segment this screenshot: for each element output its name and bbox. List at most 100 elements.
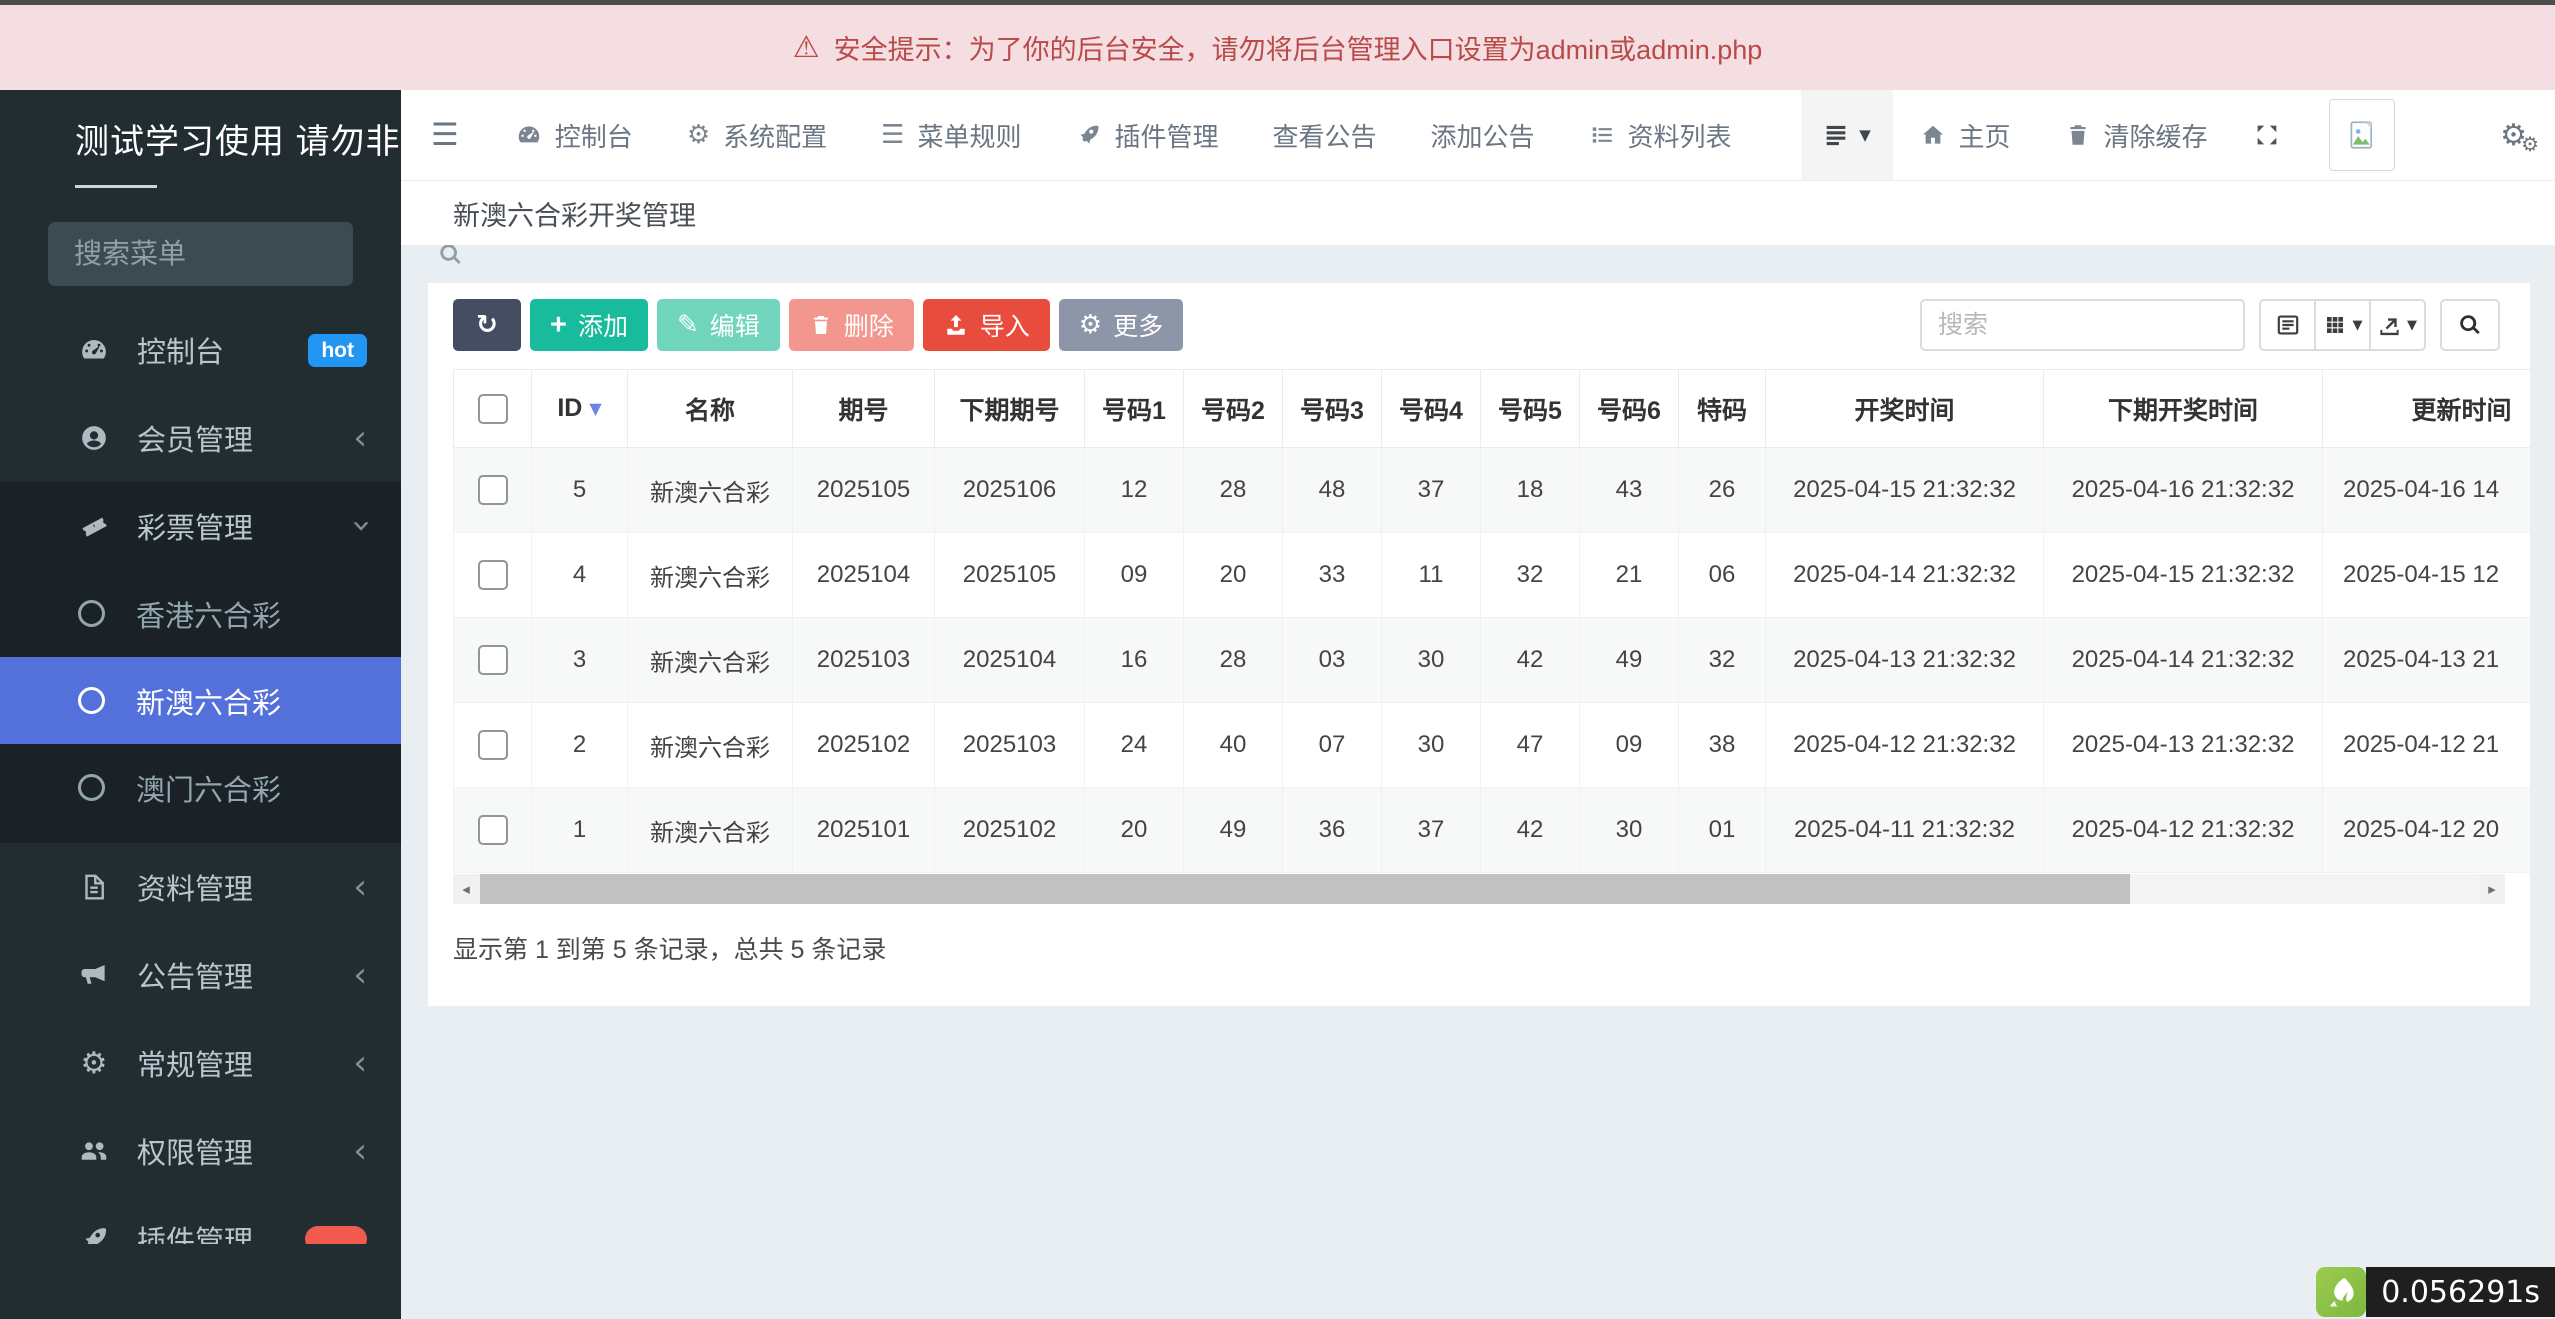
cell: 2025105 — [793, 448, 935, 533]
export-icon — [2378, 314, 2401, 337]
records-summary: 显示第 1 到第 5 条记录，总共 5 条记录 — [453, 930, 2530, 966]
cell: 38 — [1679, 703, 1766, 788]
scroll-left-arrow[interactable]: ◂ — [453, 874, 479, 904]
sidebar-item-彩票管理[interactable]: 彩票管理‹ — [0, 482, 401, 570]
column-header-ID[interactable]: ID▼ — [532, 370, 628, 448]
cell: 30 — [1382, 703, 1481, 788]
columns-button[interactable]: ▼ — [2314, 299, 2371, 351]
more-button[interactable]: ⚙ 更多 — [1059, 299, 1183, 351]
row-checkbox[interactable] — [478, 475, 508, 505]
cell: 49 — [1184, 788, 1283, 873]
sidebar: 测试学习使用 请勿非 控制台hot会员管理‹彩票管理‹香港六合彩新澳六合彩澳门六… — [0, 90, 401, 1319]
add-button[interactable]: + 添加 — [530, 299, 648, 351]
sidebar-item-label: 常规管理 — [137, 1042, 253, 1084]
nav-item-插件管理[interactable]: 插件管理 — [1048, 90, 1245, 180]
row-select-cell — [454, 448, 532, 533]
cell: 2025102 — [935, 788, 1085, 873]
brand-title: 测试学习使用 请勿非 — [75, 114, 401, 163]
sidebar-item-公告管理[interactable]: 公告管理‹ — [0, 931, 401, 1019]
sidebar-subitem-澳门六合彩[interactable]: 澳门六合彩 — [0, 744, 401, 831]
column-header-号码2[interactable]: 号码2 — [1184, 370, 1283, 448]
nav-item-资料列表[interactable]: 资料列表 — [1562, 90, 1759, 180]
nav-item-系统配置[interactable]: ⚙系统配置 — [660, 90, 854, 180]
sidebar-subitem-香港六合彩[interactable]: 香港六合彩 — [0, 570, 401, 657]
cell: 06 — [1679, 533, 1766, 618]
nav-item-菜单规则[interactable]: ☰菜单规则 — [854, 90, 1048, 180]
row-checkbox[interactable] — [478, 560, 508, 590]
select-all-checkbox[interactable] — [478, 394, 508, 424]
trash-icon — [2065, 122, 2091, 148]
common-search-button[interactable] — [2259, 299, 2316, 351]
column-header-更新时间[interactable]: 更新时间 — [2323, 370, 2531, 448]
flame-icon — [2323, 1274, 2359, 1310]
cell: 07 — [1283, 703, 1382, 788]
nav-item-clear-cache[interactable]: 清除缓存 — [2038, 90, 2235, 180]
sidebar-toggle-icon[interactable]: ☰ — [401, 117, 489, 153]
column-header-特码[interactable]: 特码 — [1679, 370, 1766, 448]
caret-down-icon: ▼ — [2407, 318, 2417, 333]
cell: 2025-04-15 21:32:32 — [2044, 533, 2323, 618]
sidebar-item-会员管理[interactable]: 会员管理‹ — [0, 394, 401, 482]
scroll-right-arrow[interactable]: ▸ — [2479, 874, 2505, 904]
nav-item-控制台[interactable]: 控制台 — [489, 90, 660, 180]
cell: 新澳六合彩 — [628, 533, 793, 618]
sidebar-item-插件管理[interactable]: 插件管理 — [0, 1195, 401, 1244]
nav-item-添加公告[interactable]: 添加公告 — [1404, 90, 1562, 180]
add-label: 添加 — [578, 307, 628, 343]
column-header-号码5[interactable]: 号码5 — [1481, 370, 1580, 448]
sidebar-search-input[interactable] — [72, 237, 437, 271]
table-row: 1新澳六合彩20251012025102204936374230012025-0… — [454, 788, 2531, 873]
tabs-dropdown-button[interactable]: ▼ — [1801, 90, 1893, 180]
brand-underline — [75, 185, 157, 188]
column-header-号码4[interactable]: 号码4 — [1382, 370, 1481, 448]
pencil-icon: ✎ — [677, 312, 699, 338]
delete-button[interactable]: 删除 — [789, 299, 914, 351]
column-header-下期期号[interactable]: 下期期号 — [935, 370, 1085, 448]
bullhorn-icon — [75, 960, 113, 990]
search-submit-button[interactable] — [2440, 299, 2500, 351]
table-row: 5新澳六合彩20251052025106122848371843262025-0… — [454, 448, 2531, 533]
cell: 30 — [1382, 618, 1481, 703]
column-header-号码3[interactable]: 号码3 — [1283, 370, 1382, 448]
fullscreen-button[interactable] — [2235, 90, 2299, 180]
sidebar-item-权限管理[interactable]: 权限管理‹ — [0, 1107, 401, 1195]
security-warning-text: 安全提示：为了你的后台安全，请勿将后台管理入口设置为admin或admin.ph… — [834, 28, 1763, 67]
nav-item-label: 插件管理 — [1114, 117, 1218, 154]
table-search-input[interactable] — [1920, 299, 2245, 351]
trace-toggle-button[interactable] — [2316, 1267, 2366, 1317]
row-select-cell — [454, 533, 532, 618]
menu-stack-icon — [1822, 121, 1850, 149]
cell: 2025-04-12 20 — [2323, 788, 2531, 873]
nav-item-home[interactable]: 主页 — [1893, 90, 2038, 180]
sidebar-item-label: 公告管理 — [137, 954, 253, 996]
import-button[interactable]: 导入 — [923, 299, 1050, 351]
column-header-期号[interactable]: 期号 — [793, 370, 935, 448]
column-header-下期开奖时间[interactable]: 下期开奖时间 — [2044, 370, 2323, 448]
row-checkbox[interactable] — [478, 815, 508, 845]
cell: 21 — [1580, 533, 1679, 618]
row-checkbox[interactable] — [478, 730, 508, 760]
column-header-开奖时间[interactable]: 开奖时间 — [1766, 370, 2044, 448]
home-icon — [1920, 122, 1946, 148]
settings-cogs-button[interactable]: ⚙ ⚙ — [2500, 90, 2539, 180]
column-header-号码1[interactable]: 号码1 — [1085, 370, 1184, 448]
cell: 32 — [1481, 533, 1580, 618]
nav-item-查看公告[interactable]: 查看公告 — [1245, 90, 1403, 180]
export-button[interactable]: ▼ — [2369, 299, 2426, 351]
column-header-名称[interactable]: 名称 — [628, 370, 793, 448]
cell: 2025101 — [793, 788, 935, 873]
refresh-button[interactable]: ↻ — [453, 299, 521, 351]
refresh-icon: ↻ — [476, 312, 498, 338]
caret-down-icon: ▼ — [1859, 126, 1871, 144]
edit-button[interactable]: ✎ 编辑 — [657, 299, 780, 351]
row-checkbox[interactable] — [478, 645, 508, 675]
scrollbar-thumb[interactable] — [480, 874, 2130, 904]
sidebar-item-控制台[interactable]: 控制台hot — [0, 306, 401, 394]
plus-icon: + — [550, 311, 567, 340]
sidebar-item-常规管理[interactable]: ⚙常规管理‹ — [0, 1019, 401, 1107]
column-header-号码6[interactable]: 号码6 — [1580, 370, 1679, 448]
sidebar-item-资料管理[interactable]: 资料管理‹ — [0, 843, 401, 931]
user-avatar[interactable] — [2329, 99, 2395, 171]
sidebar-subitem-新澳六合彩[interactable]: 新澳六合彩 — [0, 657, 401, 744]
cell: 2025104 — [935, 618, 1085, 703]
